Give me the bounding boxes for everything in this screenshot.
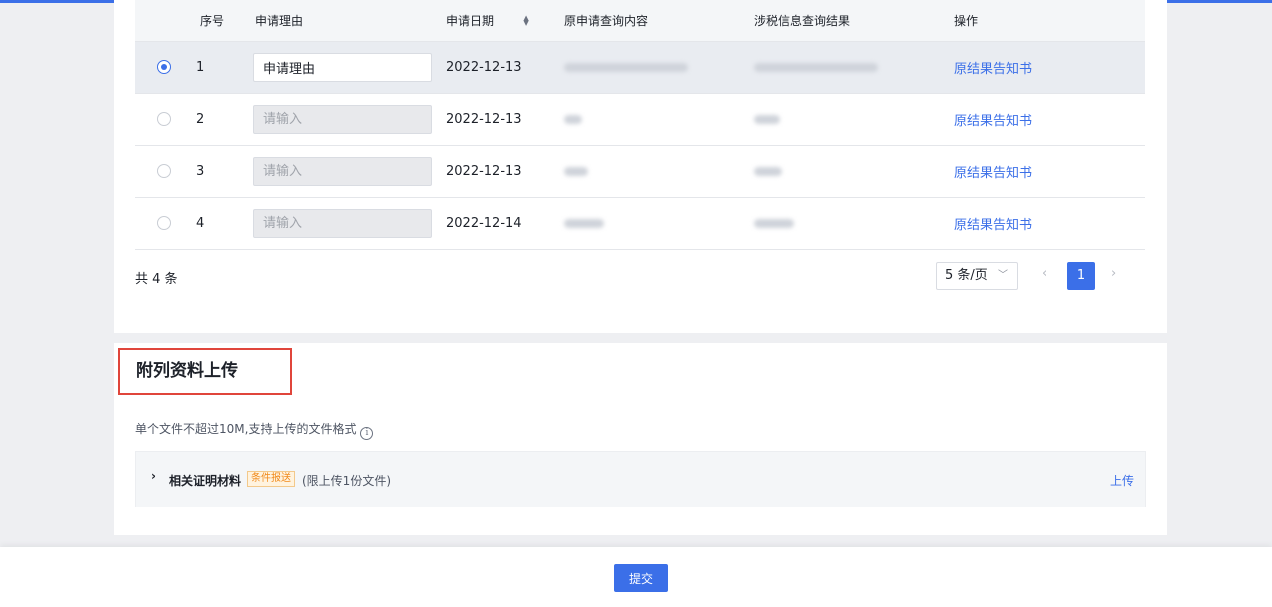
- header-result: 涉税信息查询结果: [740, 0, 940, 42]
- section-title: 附列资料上传: [118, 348, 292, 395]
- reason-input[interactable]: [253, 208, 432, 238]
- row-date: 2022-12-14: [432, 197, 550, 250]
- table-row[interactable]: 1 2022-12-13 原结果告知书: [135, 41, 1145, 94]
- footer-bar: 提交: [0, 547, 1272, 607]
- table-header-row: 序号 申请理由 申请日期 ▲ ▼ 原申请查询内容 涉税信息查询结果 操作: [135, 0, 1145, 42]
- row-date: 2022-12-13: [432, 41, 550, 94]
- reason-input[interactable]: [253, 104, 432, 134]
- redacted-query-content: [564, 218, 604, 228]
- next-page-icon[interactable]: ›: [1111, 266, 1116, 281]
- upload-link[interactable]: 上传: [1110, 472, 1134, 489]
- original-result-notice-link[interactable]: 原结果告知书: [954, 114, 1032, 129]
- row-select-radio[interactable]: [157, 164, 171, 178]
- reason-input[interactable]: [253, 52, 432, 82]
- header-seq: 序号: [186, 0, 241, 42]
- original-result-notice-link[interactable]: 原结果告知书: [954, 62, 1032, 77]
- row-seq: 1: [186, 41, 241, 94]
- redacted-query-content: [564, 114, 582, 124]
- redacted-query-result: [754, 114, 780, 124]
- pagination-total: 共 4 条: [135, 272, 178, 287]
- row-seq: 4: [186, 197, 241, 250]
- row-date: 2022-12-13: [432, 145, 550, 198]
- conditional-badge: 条件报送: [247, 471, 295, 487]
- redacted-query-result: [754, 218, 794, 228]
- header-date-label: 申请日期: [446, 13, 495, 28]
- material-row[interactable]: › 相关证明材料 条件报送 (限上传1份文件) 上传: [135, 451, 1146, 507]
- header-reason: 申请理由: [241, 0, 432, 42]
- row-seq: 2: [186, 93, 241, 146]
- redacted-query-result: [754, 166, 782, 176]
- header-select: [135, 0, 186, 42]
- chevron-down-icon: ﹀: [998, 270, 1008, 281]
- upload-note: 单个文件不超过10M,支持上传的文件格式 i: [135, 420, 374, 440]
- submit-button[interactable]: 提交: [614, 564, 668, 592]
- original-result-notice-link[interactable]: 原结果告知书: [954, 166, 1032, 181]
- redacted-query-result: [754, 62, 878, 72]
- page-number-current[interactable]: 1: [1067, 262, 1095, 290]
- material-label: 相关证明材料: [169, 474, 242, 488]
- info-icon[interactable]: i: [360, 427, 374, 440]
- row-seq: 3: [186, 145, 241, 198]
- table-row[interactable]: 2 2022-12-13 原结果告知书: [135, 93, 1145, 146]
- page-size-value: 5 条/页: [945, 268, 988, 283]
- row-select-radio[interactable]: [157, 112, 171, 126]
- header-query: 原申请查询内容: [550, 0, 740, 42]
- header-date[interactable]: 申请日期 ▲ ▼: [432, 0, 550, 42]
- row-select-radio[interactable]: [157, 60, 171, 74]
- redacted-query-content: [564, 62, 688, 72]
- page-size-select[interactable]: 5 条/页 ﹀: [936, 262, 1018, 290]
- chevron-right-icon[interactable]: ›: [151, 469, 156, 483]
- original-result-notice-link[interactable]: 原结果告知书: [954, 218, 1032, 233]
- table-row[interactable]: 4 2022-12-14 原结果告知书: [135, 197, 1145, 250]
- table-row[interactable]: 3 2022-12-13 原结果告知书: [135, 145, 1145, 198]
- query-table-panel: 序号 申请理由 申请日期 ▲▼ 原申请查询内容 涉税信息查询结果 操作 1 202…: [114, 0, 1167, 333]
- row-select-radio[interactable]: [157, 216, 171, 230]
- sort-icon[interactable]: ▲ ▼: [522, 15, 530, 27]
- redacted-query-content: [564, 166, 588, 176]
- header-op: 操作: [940, 0, 1145, 42]
- upload-limit-text: (限上传1份文件): [302, 474, 391, 488]
- row-date: 2022-12-13: [432, 93, 550, 146]
- reason-input[interactable]: [253, 156, 432, 186]
- query-results-table: 序号 申请理由 申请日期 ▲▼ 原申请查询内容 涉税信息查询结果 操作 1 202…: [135, 0, 1145, 250]
- attachment-upload-panel: 附列资料上传 单个文件不超过10M,支持上传的文件格式 i › 相关证明材料 条件…: [114, 343, 1167, 535]
- upload-note-text: 单个文件不超过10M,支持上传的文件格式: [135, 422, 357, 436]
- prev-page-icon[interactable]: ‹: [1042, 266, 1047, 281]
